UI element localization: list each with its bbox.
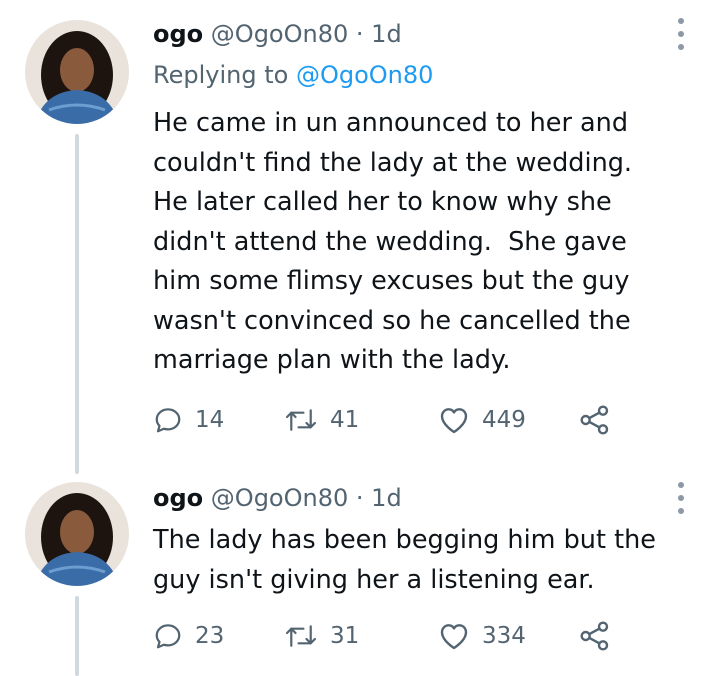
like-button[interactable]: 449 [438,402,526,438]
share-icon [579,620,611,652]
reply-count: 14 [195,407,225,433]
tweet-header: ogo @OgoOn80 · 1d [153,20,402,48]
like-button[interactable]: 334 [438,618,526,654]
replying-label: Replying to [153,61,289,89]
display-name[interactable]: ogo [153,20,203,48]
reply-icon [153,405,183,435]
user-handle[interactable]: @OgoOn80 [211,20,348,48]
like-count: 449 [482,407,526,433]
share-button[interactable] [579,402,611,438]
reply-icon [153,621,183,651]
share-icon [579,404,611,436]
more-options-icon[interactable] [671,18,691,50]
tweet-text: He came in un announced to her and could… [153,108,633,375]
heart-icon [438,621,470,651]
timestamp[interactable]: 1d [371,484,402,512]
avatar[interactable] [25,482,129,586]
avatar[interactable] [25,20,129,124]
share-button[interactable] [579,618,611,654]
tweet-text: The lady has been begging him but the gu… [153,525,656,595]
replying-handle-link[interactable]: @OgoOn80 [296,61,433,89]
retweet-icon [284,405,318,435]
thread-line [75,134,79,474]
separator: · [355,20,364,48]
retweet-button[interactable]: 31 [284,618,359,654]
heart-icon [438,405,470,435]
more-options-icon[interactable] [671,482,691,514]
user-handle[interactable]: @OgoOn80 [211,484,348,512]
retweet-count: 41 [330,407,360,433]
like-count: 334 [482,623,526,649]
display-name[interactable]: ogo [153,484,203,512]
timestamp[interactable]: 1d [371,20,402,48]
tweet[interactable]: ogo @OgoOn80 · 1d The lady has been begg… [0,470,720,676]
reply-button[interactable]: 23 [153,618,224,654]
retweet-icon [284,621,318,651]
reply-count: 23 [195,623,225,649]
reply-button[interactable]: 14 [153,402,224,438]
tweet-header: ogo @OgoOn80 · 1d [153,484,402,512]
separator: · [355,484,364,512]
retweet-count: 31 [330,623,360,649]
replying-to: Replying to @OgoOn80 [153,61,433,89]
thread-line [75,596,79,676]
tweet[interactable]: ogo @OgoOn80 · 1d Replying to @OgoOn80 H… [0,0,720,474]
retweet-button[interactable]: 41 [284,402,359,438]
